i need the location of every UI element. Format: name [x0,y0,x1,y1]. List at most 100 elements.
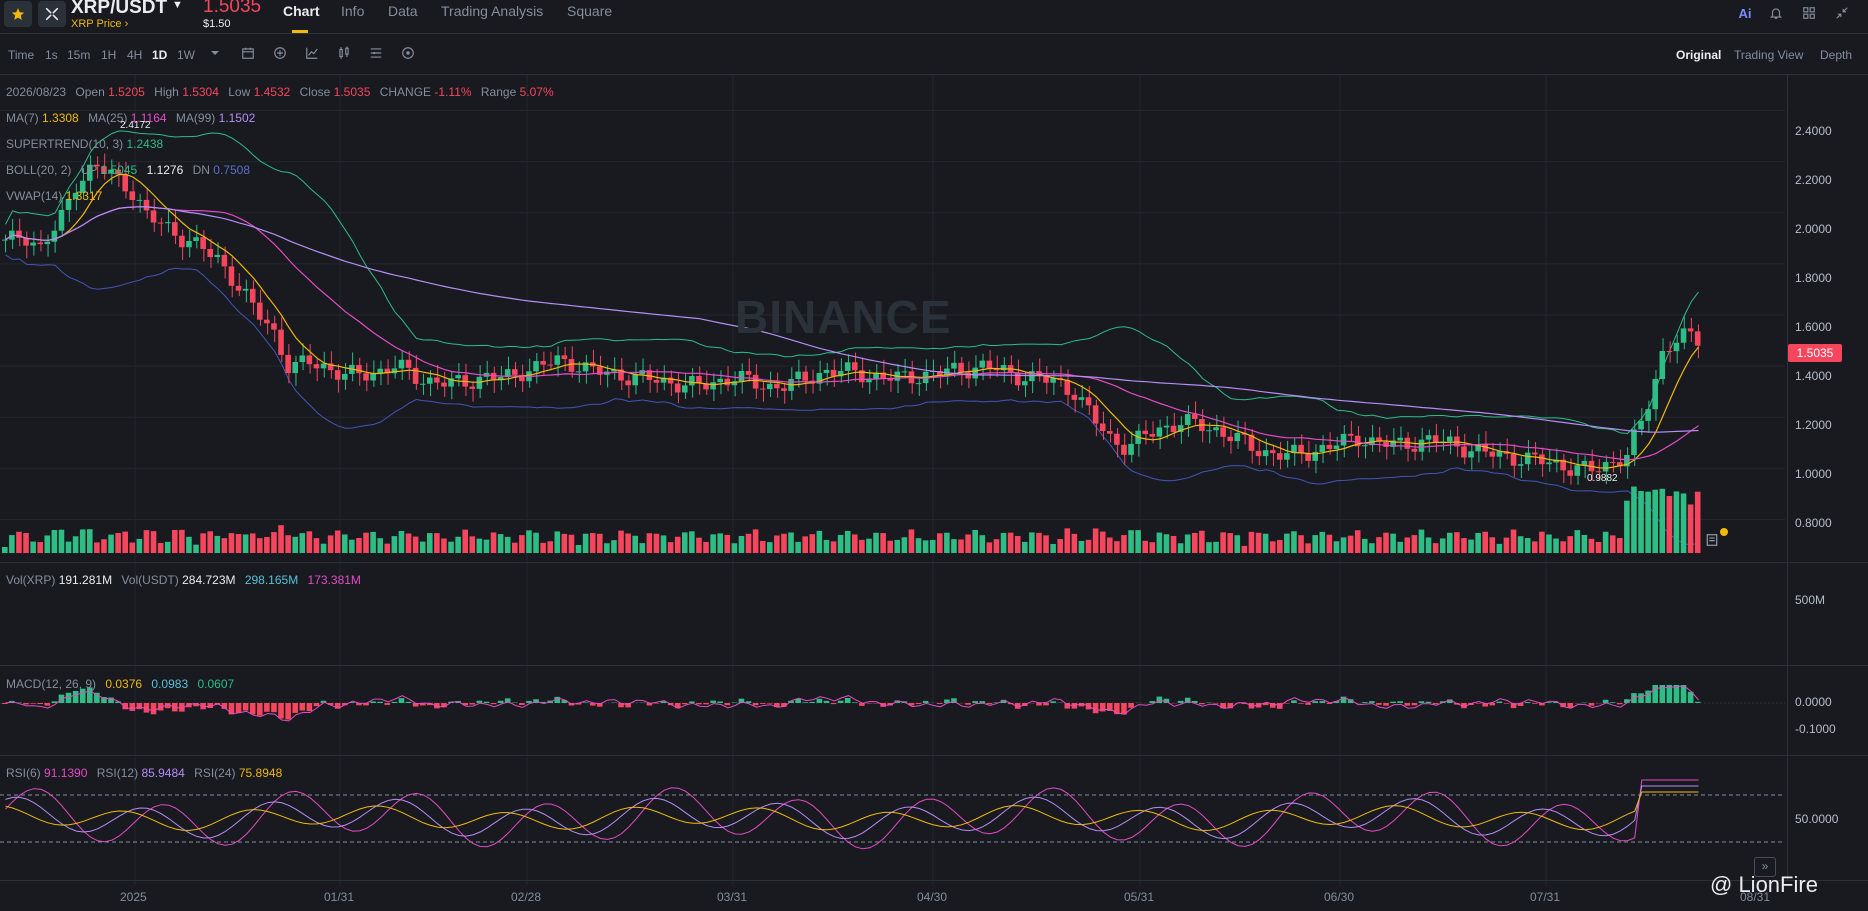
price-tick: 1.2000 [1795,418,1832,432]
supertrend-legend[interactable]: SUPERTREND(10, 3) 1.2438 [6,137,163,151]
candle [710,382,716,390]
candle [1461,446,1467,458]
candle [1085,397,1092,406]
rsi-legend[interactable]: RSI(6) 91.1390 RSI(12) 85.9484 RSI(24) 7… [6,766,282,780]
candle [1574,465,1581,476]
tab-square[interactable]: Square [567,3,612,19]
volume-bar [1362,538,1368,553]
volume-bar [561,533,568,553]
candle [278,329,284,355]
candle [1107,431,1113,434]
candle [1114,433,1120,445]
volume-bar [1255,532,1262,553]
volume-bar [1666,496,1673,553]
view-depth[interactable]: Depth [1820,48,1852,62]
macd-bar [1418,701,1425,703]
tab-chart[interactable]: Chart [283,3,320,19]
macd-bar [150,703,157,715]
candle [979,360,986,368]
candle [150,210,157,223]
volume-bar [398,530,405,553]
view-trading-view[interactable]: Trading View [1734,48,1803,62]
indicators-icon[interactable] [304,45,320,61]
coin-price-link[interactable]: XRP Price › [71,18,128,30]
candle [334,370,341,380]
volume-bar [115,532,121,553]
timeframe-1h[interactable]: 1H [101,48,116,62]
volume-tick: 500M [1795,593,1826,607]
chart-settings-icon[interactable] [368,45,384,61]
bell-icon[interactable] [1766,3,1786,23]
volume-bar [342,534,348,553]
ai-icon[interactable]: Ai [1735,3,1755,23]
volume-bar [1673,491,1680,553]
volume-bar [759,541,766,553]
volume-bar [87,529,93,553]
candle [1255,450,1262,457]
pane-separator-macd[interactable] [0,665,1868,666]
candle [951,362,957,369]
symbol-dropdown-icon[interactable]: ▼ [172,0,183,11]
add-indicator-icon[interactable] [272,45,288,61]
macd-bar [1496,701,1503,703]
date-tick: 03/31 [717,890,748,904]
candle [561,355,568,360]
timeframe-15m[interactable]: 15m [67,48,90,62]
target-icon[interactable] [400,45,416,61]
volume-bar [1078,540,1085,553]
timeframe-dropdown-icon[interactable] [207,45,223,61]
tab-trading-analysis[interactable]: Trading Analysis [441,3,543,19]
chart-type-icon[interactable] [336,45,352,61]
volume-bar [1652,489,1658,553]
calendar-icon[interactable] [240,45,256,61]
timeframe-1d[interactable]: 1D [152,48,167,62]
volume-bar [1149,542,1156,553]
volume-bar [1404,537,1411,553]
volume-bar [363,532,369,553]
macd-bar [1673,685,1680,703]
macd-legend[interactable]: MACD(12, 26, 9) 0.0376 0.0983 0.0607 [6,677,234,691]
volume-bar [1128,530,1134,553]
boll-legend[interactable]: BOLL(20, 2) UP 1.5045 1.1276 DN 0.7508 [6,163,250,177]
macd-bar [370,701,376,703]
symbol-title[interactable]: XRP/USDT [71,0,167,19]
timeframe-1s[interactable]: 1s [45,48,58,62]
volume-bar [1496,543,1503,553]
float-order-icon[interactable] [1703,531,1721,549]
candle [1666,351,1673,353]
date-tick: 07/31 [1530,890,1561,904]
favorite-star-icon[interactable] [4,1,32,27]
price-chart[interactable] [0,75,1868,911]
volume-bar [1617,538,1623,553]
timeframe-1w[interactable]: 1W [177,48,195,62]
macd-bar [1128,703,1134,708]
pane-separator-volume[interactable] [0,562,1868,563]
candle [1262,450,1269,457]
price-tick: 1.4000 [1795,369,1832,383]
volume-bar [257,538,263,553]
macd-bar [844,697,851,703]
volume-bar [349,539,355,553]
macd-bar [490,703,497,705]
candle [235,285,242,291]
volume-legend[interactable]: Vol(XRP) 191.281M Vol(USDT) 284.723M 298… [6,573,361,587]
layout-grid-icon[interactable] [1799,3,1819,23]
volume-bar [1383,532,1389,553]
candle [193,237,199,241]
volume-bar [157,543,164,553]
timeframe-4h[interactable]: 4H [127,48,142,62]
candle [781,388,787,391]
macd-bar [965,703,971,705]
candle [547,364,553,366]
tab-data[interactable]: Data [388,3,418,19]
vwap-legend[interactable]: VWAP(14) 1.3317 [6,189,102,203]
tab-info[interactable]: Info [341,3,364,19]
volume-bar [1390,533,1396,553]
view-original[interactable]: Original [1676,48,1721,62]
timeframe-time[interactable]: Time [8,48,34,62]
candle [490,372,497,381]
volume-bar [1588,538,1595,553]
pane-separator-rsi[interactable] [0,755,1868,756]
collapse-arrows-icon[interactable] [1832,3,1852,23]
volume-bar [1220,532,1226,553]
